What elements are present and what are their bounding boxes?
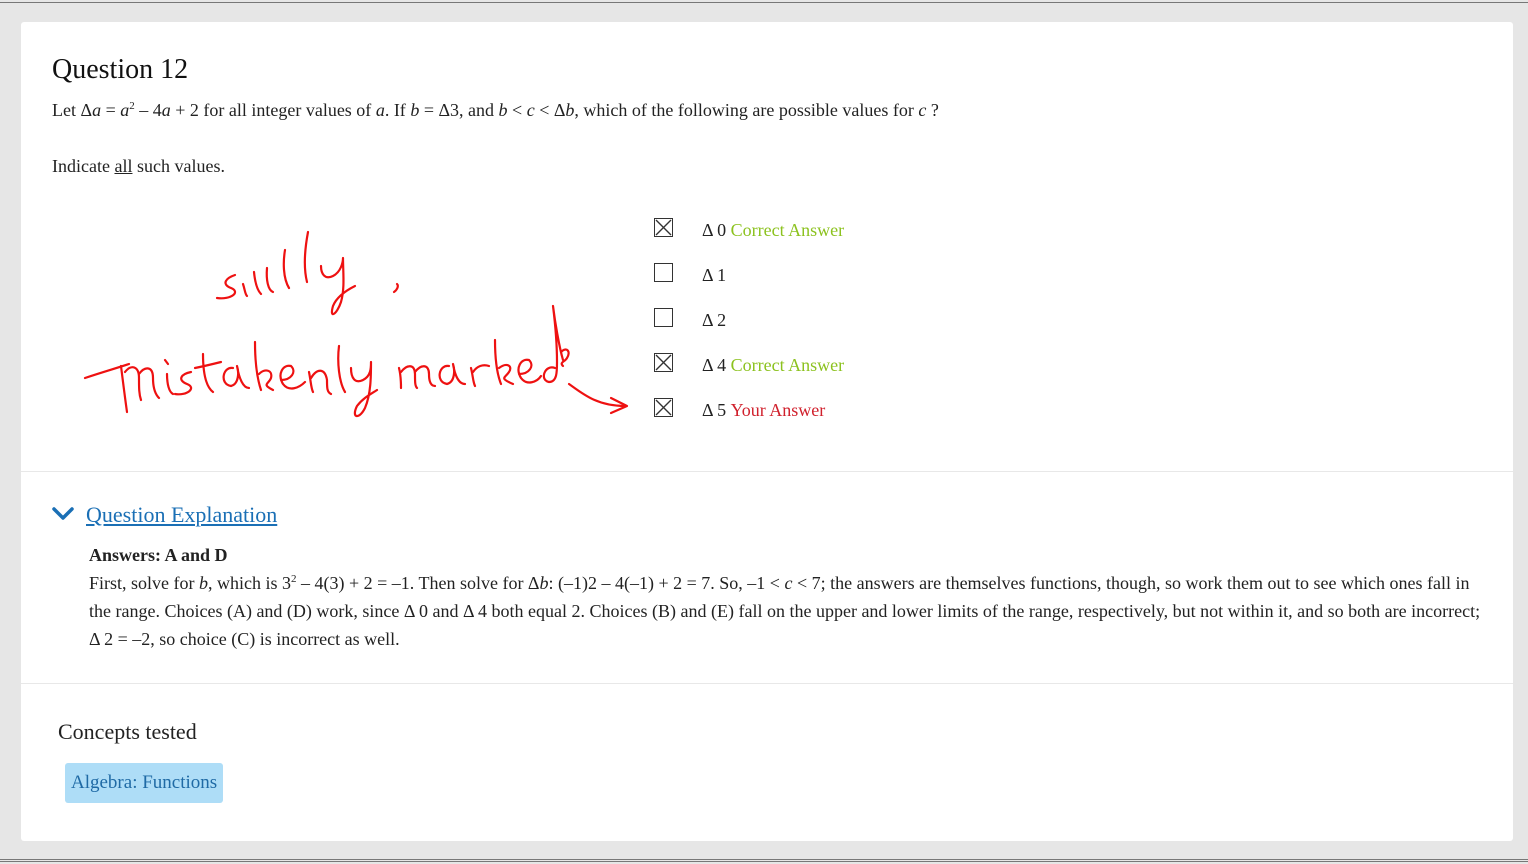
- explanation-answers: Answers: A and D: [89, 545, 228, 565]
- your-answer-tag: Your Answer: [730, 400, 826, 420]
- choice-3-checkbox[interactable]: [654, 353, 673, 372]
- concept-chip[interactable]: Algebra: Functions: [65, 763, 224, 803]
- choice-4-label: Δ 5: [702, 400, 727, 420]
- section-divider: [21, 683, 1513, 684]
- choice-3-label: Δ 4: [702, 355, 727, 375]
- choice-0-label: Δ 0: [702, 220, 727, 240]
- choice-2-checkbox[interactable]: [654, 308, 673, 327]
- checkbox-x-icon: [655, 354, 672, 371]
- checkbox-x-icon: [655, 219, 672, 236]
- explanation-link[interactable]: Question Explanation: [86, 502, 277, 528]
- checkbox-x-icon: [655, 399, 672, 416]
- annotation-ink: [83, 230, 629, 418]
- handwritten-annotation: [83, 230, 629, 418]
- concepts-title: Concepts tested: [58, 719, 197, 744]
- choice-1-label: Δ 1: [702, 265, 727, 285]
- window-bottom-border: [0, 859, 1528, 860]
- window-top-border: [0, 2, 1528, 3]
- choice-1-checkbox[interactable]: [654, 263, 673, 282]
- question-card: Question 12 Let Δa = a2 – 4a + 2 for all…: [21, 22, 1513, 841]
- window-bottom-border-2: [0, 861, 1528, 862]
- section-divider: [21, 471, 1513, 472]
- choice-4-checkbox[interactable]: [654, 398, 673, 417]
- choice-2-label: Δ 2: [702, 310, 727, 330]
- choice-0-checkbox[interactable]: [654, 218, 673, 237]
- correct-answer-tag: Correct Answer: [730, 220, 845, 240]
- correct-answer-tag: Correct Answer: [730, 355, 845, 375]
- explanation-text: First, solve for b, which is 32 – 4(3) +…: [89, 573, 1481, 649]
- chevron-down-icon[interactable]: [52, 507, 74, 521]
- explanation-body: Answers: A and D First, solve for b, whi…: [89, 541, 1489, 653]
